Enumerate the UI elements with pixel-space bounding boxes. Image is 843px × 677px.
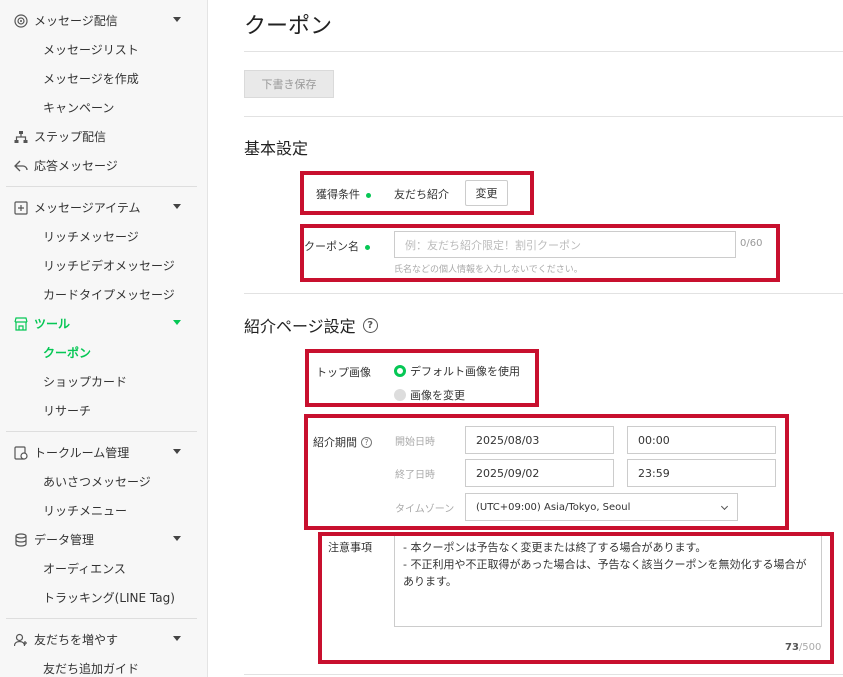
section-heading-text: 基本設定 (244, 139, 309, 158)
sidebar-item-campaign[interactable]: キャンペーン (6, 93, 197, 122)
divider (244, 674, 843, 675)
main-content: クーポン 下書き保存 基本設定 獲得条件 友だち紹介 変更 クーポン名 例：友だ… (208, 0, 843, 677)
sidebar-item-label: ステップ配信 (34, 130, 107, 144)
highlight-box (318, 532, 834, 664)
page-title: クーポン (244, 14, 333, 39)
sidebar-item-greeting-message[interactable]: あいさつメッセージ (6, 467, 197, 496)
sidebar-section-message-items: メッセージアイテム リッチメッセージ リッチビデオメッセージ カードタイプメッセ… (6, 187, 197, 432)
sidebar-item-audience[interactable]: オーディエンス (6, 554, 197, 583)
plus-square-icon (14, 200, 28, 215)
sidebar-item-label: メッセージアイテム (34, 201, 141, 215)
sidebar-section-grow-friends: 友だちを増やす 友だち追加ガイド (6, 619, 197, 677)
section-heading-basic: 基本設定 (244, 135, 308, 159)
sidebar-item-label: ツール (34, 317, 71, 331)
divider (244, 116, 843, 117)
highlight-box (300, 171, 534, 215)
broadcast-icon (14, 13, 28, 28)
sidebar-item-rich-menu[interactable]: リッチメニュー (6, 496, 197, 525)
sidebar-item-shop-card[interactable]: ショップカード (6, 367, 197, 396)
divider (244, 51, 843, 52)
sidebar-item-label: 友だちを増やす (34, 633, 119, 647)
highlight-box (305, 349, 539, 407)
database-icon (14, 532, 28, 547)
add-user-icon (14, 633, 28, 647)
sidebar-section-talkroom: トークルーム管理 あいさつメッセージ リッチメニュー データ管理 オーディエンス… (6, 432, 197, 619)
sidebar-item-tracking[interactable]: トラッキング(LINE Tag) (6, 583, 197, 612)
chevron-down-icon (173, 536, 181, 541)
help-icon[interactable]: ? (362, 317, 378, 333)
section-heading-intro: 紹介ページ設定 ? (244, 313, 378, 337)
sidebar-item-label: トークルーム管理 (34, 446, 130, 460)
sidebar-item-grow-friends[interactable]: 友だちを増やす (6, 625, 197, 654)
chevron-down-icon (173, 636, 181, 641)
sidebar-item-card-type-message[interactable]: カードタイプメッセージ (6, 280, 197, 309)
sidebar-item-create-message[interactable]: メッセージを作成 (6, 64, 197, 93)
sidebar-item-friend-add-guide[interactable]: 友だち追加ガイド (6, 654, 197, 677)
sidebar-item-message-delivery[interactable]: メッセージ配信 (6, 6, 197, 35)
sidebar-item-coupon[interactable]: クーポン (6, 338, 197, 367)
sidebar-item-talkroom[interactable]: トークルーム管理 (6, 438, 197, 467)
sidebar-item-step-delivery[interactable]: ステップ配信 (6, 122, 197, 151)
sidebar-item-data-management[interactable]: データ管理 (6, 525, 197, 554)
sidebar-item-label: メッセージ配信 (34, 14, 118, 28)
chevron-down-icon (173, 17, 181, 22)
sidebar-item-rich-video-message[interactable]: リッチビデオメッセージ (6, 251, 197, 280)
section-heading-text: 紹介ページ設定 (244, 317, 356, 336)
chevron-down-icon (173, 320, 181, 325)
sidebar-item-label: 応答メッセージ (34, 159, 118, 173)
sidebar: メッセージ配信 メッセージリスト メッセージを作成 キャンペーン ステップ配信 … (0, 0, 208, 677)
highlight-box (300, 224, 780, 282)
hierarchy-icon (14, 130, 28, 144)
sidebar-item-tools[interactable]: ツール (6, 309, 197, 338)
sidebar-section-message-delivery: メッセージ配信 メッセージリスト メッセージを作成 キャンペーン ステップ配信 … (6, 0, 197, 187)
sidebar-item-message-list[interactable]: メッセージリスト (6, 35, 197, 64)
sidebar-item-label: データ管理 (34, 533, 95, 547)
chevron-down-icon (173, 449, 181, 454)
shop-icon (14, 316, 28, 331)
chevron-down-icon (173, 204, 181, 209)
save-draft-button[interactable]: 下書き保存 (244, 70, 334, 98)
chat-settings-icon (14, 445, 28, 460)
divider (244, 293, 843, 294)
sidebar-item-rich-message[interactable]: リッチメッセージ (6, 222, 197, 251)
reply-icon (14, 159, 28, 173)
highlight-box (304, 414, 789, 530)
sidebar-item-auto-reply[interactable]: 応答メッセージ (6, 151, 197, 180)
sidebar-item-message-items[interactable]: メッセージアイテム (6, 193, 197, 222)
sidebar-item-research[interactable]: リサーチ (6, 396, 197, 425)
